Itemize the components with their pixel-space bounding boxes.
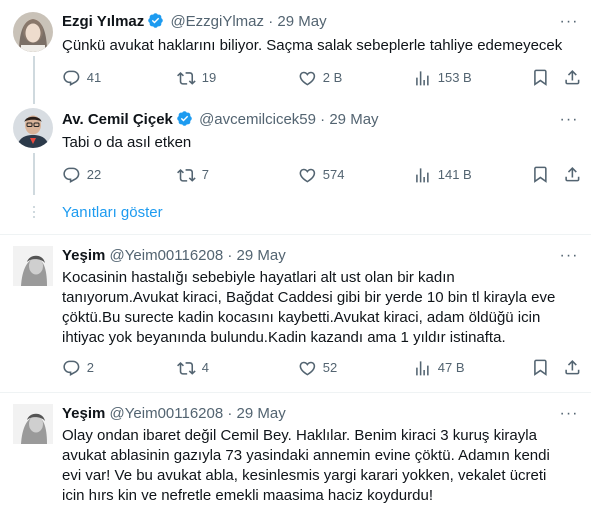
- verified-badge-icon: [147, 12, 164, 35]
- views-count: 153 B: [437, 70, 472, 85]
- separator-dot: ·: [227, 247, 233, 264]
- retweet-count: 4: [201, 360, 209, 375]
- author-name[interactable]: Yeşim: [62, 247, 105, 264]
- views-count: 47 B: [437, 360, 465, 375]
- like-count: 2 B: [322, 70, 343, 85]
- tweet-date[interactable]: 29 May: [329, 111, 378, 128]
- avatar[interactable]: [13, 404, 53, 444]
- tweet-date[interactable]: 29 May: [237, 405, 286, 422]
- like-button[interactable]: 2 B: [298, 68, 342, 88]
- retweet-icon: [177, 168, 196, 182]
- avatar[interactable]: [13, 246, 53, 286]
- heart-icon: [299, 361, 316, 376]
- bookmark-icon[interactable]: [531, 165, 550, 189]
- like-count: 52: [322, 360, 338, 375]
- author-name[interactable]: Av. Cemil Çiçek: [62, 111, 173, 128]
- tweet-actions: 41 19 2 B 153 B: [0, 68, 591, 88]
- retweet-button[interactable]: 7: [177, 165, 209, 185]
- show-replies-link[interactable]: Yanıtları göster: [62, 203, 163, 223]
- bookmark-icon[interactable]: [531, 68, 550, 92]
- share-icon[interactable]: [563, 68, 582, 92]
- share-icon[interactable]: [563, 165, 582, 189]
- more-options-icon[interactable]: ···: [555, 12, 583, 32]
- tweet-actions: 22 7 574 141 B: [0, 165, 591, 185]
- author-handle[interactable]: @Yeim00116208: [110, 247, 224, 264]
- retweet-icon: [177, 71, 196, 85]
- verified-badge-icon: [176, 110, 193, 133]
- heart-icon: [299, 71, 316, 86]
- reply-count: 41: [86, 70, 102, 85]
- more-options-icon[interactable]: ···: [555, 110, 583, 130]
- avatar[interactable]: [13, 12, 53, 52]
- reply-icon: [63, 167, 80, 183]
- retweet-button[interactable]: 4: [177, 358, 209, 378]
- retweet-count: 19: [201, 70, 217, 85]
- tweet-date[interactable]: 29 May: [277, 13, 326, 30]
- reply-count: 22: [86, 167, 102, 182]
- more-options-icon[interactable]: ···: [555, 246, 583, 266]
- retweet-icon: [177, 361, 196, 375]
- reply-button[interactable]: 2: [62, 358, 94, 378]
- views-chart-icon: [416, 167, 429, 183]
- reply-icon: [63, 70, 80, 86]
- like-count: 574: [322, 167, 345, 182]
- tweet-text: Olay ondan ibaret değil Cemil Bey. Haklı…: [62, 427, 550, 504]
- more-options-icon[interactable]: ···: [555, 404, 583, 424]
- views-button[interactable]: 47 B: [413, 358, 465, 378]
- author-handle[interactable]: @EzzgiYlmaz: [170, 13, 264, 30]
- like-button[interactable]: 574: [298, 165, 344, 185]
- views-button[interactable]: 141 B: [413, 165, 472, 185]
- views-button[interactable]: 153 B: [413, 68, 472, 88]
- tweet-text: Tabi o da asıl etken: [62, 134, 192, 151]
- share-icon[interactable]: [563, 358, 582, 382]
- tweet-text: Kocasinin hastalığı sebebiyle hayatlari …: [62, 269, 556, 346]
- separator-dot: ·: [268, 13, 274, 30]
- tweet-actions: 2 4 52 47 B: [0, 358, 591, 378]
- retweet-count: 7: [201, 167, 209, 182]
- thread-dots: [33, 206, 35, 221]
- author-handle[interactable]: @avcemilcicek59: [199, 111, 316, 128]
- retweet-button[interactable]: 19: [177, 68, 216, 88]
- heart-icon: [299, 168, 316, 183]
- divider: [0, 392, 591, 393]
- avatar[interactable]: [13, 108, 53, 148]
- reply-button[interactable]: 41: [62, 68, 101, 88]
- divider: [0, 234, 591, 235]
- reply-count: 2: [86, 360, 94, 375]
- author-name[interactable]: Yeşim: [62, 405, 105, 422]
- author-name[interactable]: Ezgi Yılmaz: [62, 13, 144, 30]
- reply-icon: [63, 360, 80, 376]
- views-count: 141 B: [437, 167, 472, 182]
- reply-button[interactable]: 22: [62, 165, 101, 185]
- author-handle[interactable]: @Yeim00116208: [110, 405, 224, 422]
- views-chart-icon: [416, 70, 429, 86]
- like-button[interactable]: 52: [298, 358, 337, 378]
- separator-dot: ·: [227, 405, 233, 422]
- tweet-date[interactable]: 29 May: [237, 247, 286, 264]
- bookmark-icon[interactable]: [531, 358, 550, 382]
- tweet-text: Çünkü avukat haklarını biliyor. Saçma sa…: [62, 37, 563, 54]
- views-chart-icon: [416, 360, 429, 376]
- separator-dot: ·: [320, 111, 326, 128]
